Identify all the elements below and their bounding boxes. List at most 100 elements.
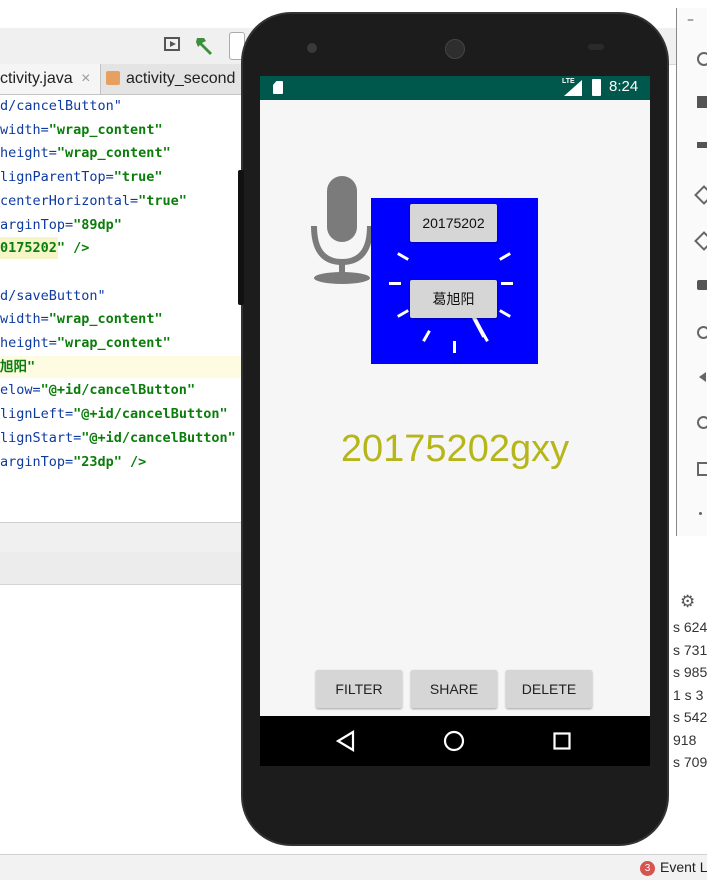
- settings-gear-icon[interactable]: ⚙: [680, 592, 695, 612]
- clock-tick: [501, 282, 513, 285]
- clock-tick: [389, 282, 401, 285]
- clock-tick: [453, 341, 456, 353]
- build-hammer-icon[interactable]: [194, 34, 216, 56]
- clock-tick: [397, 252, 409, 261]
- tool-icon-4[interactable]: [694, 185, 707, 205]
- android-nav-bar: [260, 716, 650, 766]
- code-attr: centerHorizontal=: [0, 192, 139, 209]
- code-value: "wrap_content": [48, 311, 163, 328]
- code-line: lignLeft="@+id/cancelButton": [0, 403, 228, 425]
- event-log-label[interactable]: Event L: [660, 859, 707, 875]
- run-config-icon[interactable]: [164, 37, 180, 51]
- right-tool-panel: –: [676, 8, 707, 536]
- tab-activity-java[interactable]: ctivity.java ×: [0, 64, 101, 94]
- code-attr: arginTop=: [0, 216, 74, 233]
- speaker-grille: [445, 39, 465, 59]
- android-status-bar: LTE 8:24: [260, 76, 650, 100]
- side-volume-button: [238, 170, 244, 305]
- code-value: "@+id/cancelButton": [81, 429, 236, 446]
- code-value: "23dp" />: [73, 453, 147, 470]
- clock-tick: [397, 309, 409, 318]
- volume-icon[interactable]: [697, 96, 707, 108]
- more-icon[interactable]: [699, 512, 702, 515]
- bottom-tool-panel: [0, 584, 245, 855]
- code-line: d/cancelButton": [0, 95, 122, 117]
- code-attr: height=: [0, 335, 57, 351]
- filter-button[interactable]: FILTER: [316, 670, 402, 708]
- phone-screen: LTE 8:24 20175202 葛旭阳 20175202gxy FILTER…: [260, 76, 650, 766]
- code-attr: width=: [0, 121, 49, 138]
- code-attr: elow=: [0, 382, 41, 399]
- code-value: "wrap_content": [56, 145, 171, 162]
- analog-clock-widget: 20175202 葛旭阳: [371, 198, 538, 364]
- tab-activity-second[interactable]: activity_second: [106, 64, 246, 94]
- code-attr: lignParentTop=: [0, 169, 114, 186]
- clock-hand: [472, 316, 486, 338]
- code-value: "wrap_content": [56, 335, 171, 351]
- code-value: "@+id/cancelButton": [73, 406, 228, 423]
- recents-icon[interactable]: [553, 732, 571, 750]
- log-line: s 542: [673, 709, 707, 725]
- code-value: "wrap_content": [48, 121, 163, 138]
- home-icon[interactable]: [443, 730, 465, 752]
- code-line: 旭阳": [0, 355, 241, 378]
- tool-icon-3[interactable]: [697, 142, 707, 148]
- share-button[interactable]: SHARE: [411, 670, 497, 708]
- right-log-panel: s 624 s 731 s 985 1 s 3 s 542 918 s 709: [668, 616, 707, 884]
- log-line: s 624: [673, 619, 707, 635]
- code-attr: d/saveButton": [0, 287, 106, 304]
- log-line: 918: [673, 731, 697, 748]
- camera-icon[interactable]: [697, 280, 707, 290]
- status-time: 8:24: [609, 78, 639, 95]
- sd-card-icon: [273, 81, 283, 94]
- code-value: "true": [138, 192, 187, 209]
- tool-icon-9[interactable]: [697, 416, 707, 429]
- code-line: width="wrap_content": [0, 308, 163, 330]
- close-icon[interactable]: ×: [81, 70, 90, 87]
- xml-file-icon: [106, 71, 120, 85]
- log-line: 1 s 3: [673, 686, 704, 703]
- tool-icon-7[interactable]: [697, 326, 707, 339]
- clock-bottom-button[interactable]: 葛旭阳: [410, 280, 497, 318]
- log-line: s 985: [673, 664, 707, 680]
- code-line: lignParentTop="true": [0, 166, 163, 188]
- battery-icon: [592, 79, 601, 96]
- code-line: height="wrap_content": [0, 332, 171, 354]
- network-type: LTE: [562, 78, 575, 85]
- code-value: 0175202" />: [0, 240, 90, 257]
- code-attr: d/cancelButton": [0, 98, 122, 114]
- code-line: arginTop="89dp": [0, 214, 122, 236]
- big-text-label: 20175202gxy: [340, 428, 570, 470]
- tool-icon-1[interactable]: [697, 52, 707, 66]
- front-camera: [307, 43, 317, 53]
- bottom-action-bar: FILTER SHARE DELETE: [260, 660, 650, 716]
- code-line: height="wrap_content": [0, 142, 171, 164]
- code-line: d/saveButton": [0, 285, 106, 307]
- code-line: 0175202" />: [0, 237, 89, 260]
- code-value: "@+id/cancelButton": [40, 382, 196, 399]
- ide-status-bar: 3 Event L: [0, 854, 707, 880]
- tool-icon-10[interactable]: [697, 462, 707, 476]
- code-value: "89dp": [73, 216, 122, 233]
- tab-label: ctivity.java: [0, 70, 73, 87]
- back-icon[interactable]: [335, 730, 357, 752]
- window-minimize-button[interactable]: –: [687, 12, 694, 28]
- tab-label: activity_second: [126, 70, 236, 87]
- clock-tick: [499, 252, 511, 261]
- delete-button[interactable]: DELETE: [506, 670, 592, 708]
- clock-top-button[interactable]: 20175202: [410, 204, 497, 242]
- tool-icon-5[interactable]: [694, 231, 707, 251]
- log-line: s 709: [673, 754, 707, 770]
- code-attr: height=: [0, 145, 57, 162]
- code-editor[interactable]: d/cancelButton" width="wrap_content" heigh…: [0, 95, 241, 522]
- code-value: 旭阳": [0, 358, 36, 375]
- sensor-dots: [588, 44, 604, 50]
- clock-tick: [422, 330, 431, 342]
- code-line: centerHorizontal="true": [0, 190, 187, 212]
- code-value: "true": [113, 169, 163, 186]
- signal-icon: LTE: [562, 78, 582, 96]
- tool-icon-8[interactable]: [699, 372, 706, 382]
- event-log-badge[interactable]: 3: [640, 861, 655, 876]
- clock-tick: [499, 309, 511, 318]
- code-attr: arginTop=: [0, 453, 74, 470]
